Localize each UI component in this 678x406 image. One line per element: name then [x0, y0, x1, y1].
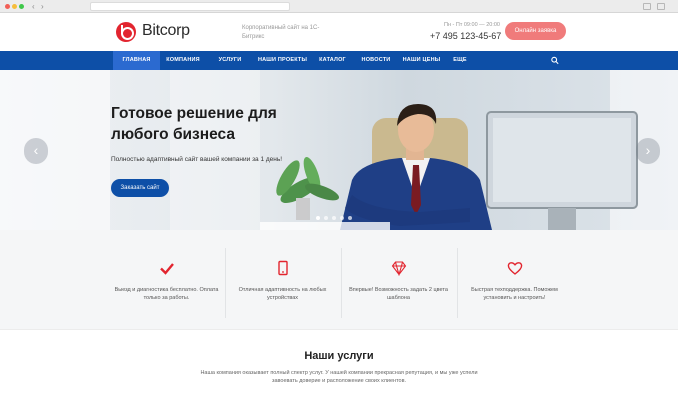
features-section: Выезд и диагностика бесплатно. Оплата то… [0, 230, 678, 330]
header-tagline: Корпоративный сайт на 1С-Битрикс [242, 25, 320, 40]
feature-text: Впервые! Возможность задать 2 цвета шабл… [349, 287, 448, 301]
hero-slider: Готовое решение для любого бизнеса Полно… [0, 70, 678, 230]
nav-item-catalog[interactable]: КАТАЛОГ [311, 51, 354, 70]
plant-image [276, 156, 340, 220]
monitor-image [486, 111, 638, 230]
main-nav: ГЛАВНАЯ КОМПАНИЯ УСЛУГИ НАШИ ПРОЕКТЫ КАТ… [0, 51, 678, 70]
slider-dot[interactable] [324, 216, 328, 220]
minimize-window-button[interactable] [12, 4, 17, 9]
tabs-icon[interactable] [657, 3, 665, 10]
hero-subtitle: Полностью адаптивный сайт вашей компании… [111, 156, 283, 163]
feature-text: Быстрая техподдержка. Поможем установить… [471, 287, 558, 301]
slider-dot[interactable] [340, 216, 344, 220]
browser-forward-icon[interactable]: › [41, 2, 44, 11]
nav-item-projects[interactable]: НАШИ ПРОЕКТЫ [254, 51, 311, 70]
slider-dot[interactable] [348, 216, 352, 220]
nav-item-more[interactable]: ЕЩЕ [445, 51, 475, 70]
nav-item-prices[interactable]: НАШИ ЦЕНЫ [398, 51, 445, 70]
maximize-window-button[interactable] [19, 4, 24, 9]
mobile-icon [277, 260, 288, 276]
chevron-right-icon: › [645, 142, 651, 158]
slider-next-button[interactable]: › [636, 138, 660, 164]
slider-dot[interactable] [316, 216, 320, 220]
online-request-button[interactable]: Онлайн заявка [505, 22, 566, 40]
nav-item-services[interactable]: УСЛУГИ [206, 51, 254, 70]
hero-title: Готовое решение для любого бизнеса [111, 105, 277, 143]
slider-prev-button[interactable]: ‹ [24, 138, 48, 164]
feature-text: Выезд и диагностика бесплатно. Оплата то… [114, 287, 219, 301]
share-icon[interactable] [643, 3, 651, 10]
search-icon[interactable] [551, 56, 559, 65]
businessman-image [340, 104, 492, 230]
feature-text: Отличная адаптивность на любых устройств… [238, 287, 327, 301]
site-header: Bitcorp Корпоративный сайт на 1С-Битрикс… [0, 13, 678, 51]
nav-item-company[interactable]: КОМПАНИЯ [160, 51, 206, 70]
heart-icon [507, 262, 522, 275]
phone-number[interactable]: +7 495 123-45-67 [430, 31, 501, 41]
browser-toolbar: ‹ › [0, 0, 678, 13]
working-hours: Пн - Пт 09:00 — 20:00 [444, 22, 500, 28]
browser-back-icon[interactable]: ‹ [32, 2, 35, 11]
feature-item: Быстрая техподдержка. Поможем установить… [457, 248, 572, 318]
diamond-icon [391, 261, 406, 276]
check-icon [159, 263, 174, 275]
hero-illustration [260, 104, 638, 230]
address-bar[interactable] [90, 2, 290, 11]
close-window-button[interactable] [5, 4, 10, 9]
logo-text[interactable]: Bitcorp [142, 22, 190, 40]
nav-item-home[interactable]: ГЛАВНАЯ [113, 51, 160, 70]
order-site-button[interactable]: Заказать сайт [111, 179, 169, 197]
slider-dot[interactable] [332, 216, 336, 220]
feature-item: Выезд и диагностика бесплатно. Оплата то… [109, 248, 224, 318]
section-title: Наши услуги [304, 350, 374, 362]
logo-icon[interactable] [116, 22, 136, 42]
feature-item: Отличная адаптивность на любых устройств… [225, 248, 340, 318]
feature-item: Впервые! Возможность задать 2 цвета шабл… [341, 248, 456, 318]
nav-item-news[interactable]: НОВОСТИ [354, 51, 398, 70]
chevron-left-icon: ‹ [33, 142, 39, 158]
slider-pagination [316, 216, 352, 220]
section-description: Наша компания оказывает полный спектр ус… [200, 370, 478, 384]
